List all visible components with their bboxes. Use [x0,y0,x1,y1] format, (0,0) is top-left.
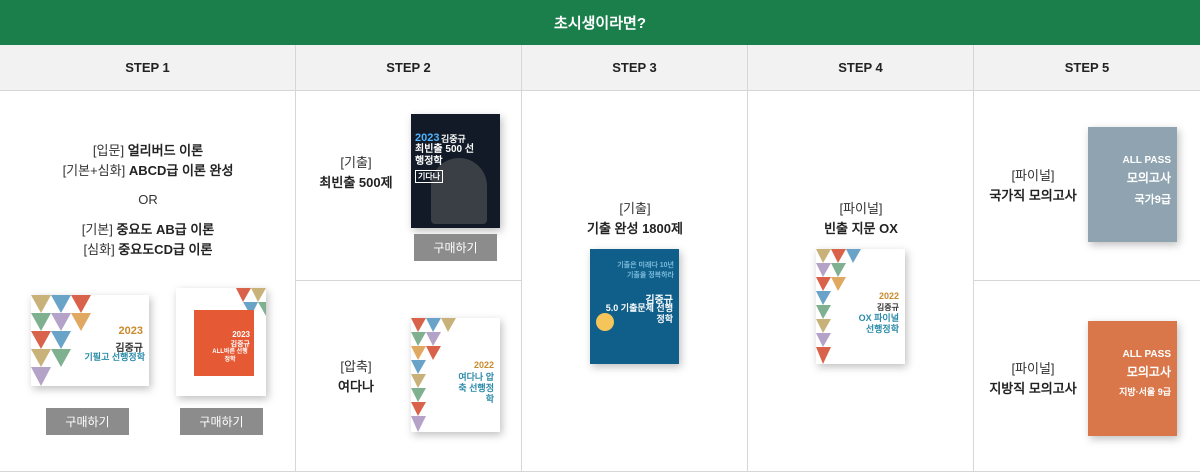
course-label: [기출] 기출 완성 1800제 [522,199,748,239]
step-label: STEP 1 [125,60,170,75]
step-5-bottom-cell: [파이널] 지방직 모의고사 ALL PASS 모의고사 지방·서울 9급 [974,281,1200,472]
step-5-header: STEP 5 [974,45,1200,91]
book-cover-gipilgo[interactable]: 2023 김중규 기필고 선행정학 [31,295,149,386]
course-line: [기본] 중요도 AB급 이론 [0,220,296,240]
step-label: STEP 5 [1064,60,1110,75]
banner-title: 초시생이라면? [554,15,646,32]
course-name: ABCD급 이론 완성 [128,163,234,178]
course-title: 지방직 모의고사 [989,381,1077,396]
book-head: 기출은 미래다 10년기출을 정복하라 [617,262,674,279]
step-2-top-cell: [기출] 최빈출 500제 2023 김중규 최빈출 500 선행정학 기다나 … [296,91,522,281]
course-label: [파이널] 지방직 모의고사 [974,359,1092,399]
book-cover-allbareun[interactable]: 2023 김중규 ALL바른 선행정학 [176,288,266,396]
course-title: 빈출 지문 OX [824,221,898,236]
course-line: [입문] 얼리버드 이론 [0,141,296,161]
course-prefix: [기본+심화] [62,163,129,178]
step-4-header: STEP 4 [748,45,974,91]
step-1-header: STEP 1 [0,45,296,91]
book-title: 기필고 선행정학 [84,352,145,362]
course-prefix: [기본] [81,222,117,237]
character-icon [596,313,614,331]
book-title: ALL바른 선행정학 [212,349,248,363]
buy-button-500[interactable]: 구매하기 [414,234,497,261]
course-line: [심화] 중요도CD급 이론 [0,240,296,260]
course-name: 중요도 AB급 이론 [116,222,215,237]
step-label: STEP 3 [612,60,657,75]
course-label: [파이널] 빈출 지문 OX [748,199,974,239]
top-banner: 초시생이라면? [0,0,1200,45]
course-title: 여다나 [338,379,374,394]
step-3-cell: [기출] 기출 완성 1800제 기출은 미래다 10년기출을 정복하라 김중규… [522,91,748,472]
book-year: 2023 [415,132,440,144]
step-3-header: STEP 3 [522,45,748,91]
curriculum-grid: STEP 1 STEP 2 STEP 3 STEP 4 STEP 5 [입문] … [0,45,1200,472]
book-cover-ox[interactable]: 2022 김중규 OX 파이널 선행정학 [816,249,905,364]
book-year: 2023 [232,330,250,339]
book-title: 최빈출 500 선행정학 [415,144,475,167]
book-tag: 기다나 [415,170,444,183]
book-sub: 지방·서울 9급 [1119,387,1171,397]
step-2-header: STEP 2 [296,45,522,91]
course-title: 기출 완성 1800제 [587,221,683,236]
cover-block: 2023 김중규 ALL바른 선행정학 [194,310,254,376]
course-prefix: [파이널] [1011,361,1055,376]
book-cover-yeodana[interactable]: 2022 여다나 압축 선행정학 [411,318,500,432]
course-prefix: [심화] [83,242,119,257]
book-title: 모의고사 [1126,365,1171,379]
book-cover-national-mock[interactable]: ALL PASS 모의고사 국가9급 [1088,127,1177,242]
course-title: 최빈출 500제 [319,175,393,190]
step-5-top-cell: [파이널] 국가직 모의고사 ALL PASS 모의고사 국가9급 [974,91,1200,281]
step-2-bottom-cell: [압축] 여다나 2022 여다나 압축 선행정학 [296,281,522,472]
course-prefix: [기출] [340,155,372,170]
book-title: 모의고사 [1126,171,1171,185]
book-cover-500[interactable]: 2023 김중규 최빈출 500 선행정학 기다나 [411,114,500,228]
course-name: 중요도CD급 이론 [118,242,213,257]
course-title: 국가직 모의고사 [989,188,1077,203]
course-label: [기출] 최빈출 500제 [296,153,416,193]
course-prefix: [기출] [619,201,651,216]
step-4-cell: [파이널] 빈출 지문 OX 2022 김중규 OX 파이널 선행정학 [748,91,974,472]
buy-button-gipilgo[interactable]: 구매하기 [46,408,129,435]
book-brand: ALL PASS [1122,155,1171,166]
book-sub: 국가9급 [1134,194,1171,206]
step-1-cell: [입문] 얼리버드 이론 [기본+심화] ABCD급 이론 완성 OR [기본]… [0,91,296,472]
book-title: OX 파이널 선행정학 [858,313,899,334]
book-year: 2022 [878,291,899,301]
book-author: 김중규 [876,303,899,312]
book-cover-local-mock[interactable]: ALL PASS 모의고사 지방·서울 9급 [1088,321,1177,436]
book-title: 여다나 압축 선행정학 [458,372,494,404]
step-label: STEP 2 [386,60,431,75]
book-year: 2023 [118,325,143,337]
step-label: STEP 4 [838,60,883,75]
course-prefix: [입문] [92,143,128,158]
course-prefix: [파이널] [1011,168,1055,183]
course-prefix: [압축] [340,359,372,374]
course-label: [압축] 여다나 [296,357,416,397]
course-name: 얼리버드 이론 [127,143,204,158]
step-1-description: [입문] 얼리버드 이론 [기본+심화] ABCD급 이론 완성 OR [기본]… [0,141,296,260]
course-line: [기본+심화] ABCD급 이론 완성 [0,161,296,181]
book-brand: ALL PASS [1122,349,1171,360]
book-cover-1800[interactable]: 기출은 미래다 10년기출을 정복하라 김중규 5.0 기출문제 선행정학 [590,249,679,364]
course-label: [파이널] 국가직 모의고사 [974,166,1092,206]
book-year: 2022 [473,360,494,370]
or-divider: OR [138,192,158,207]
buy-button-allbareun[interactable]: 구매하기 [180,408,263,435]
course-prefix: [파이널] [839,201,883,216]
